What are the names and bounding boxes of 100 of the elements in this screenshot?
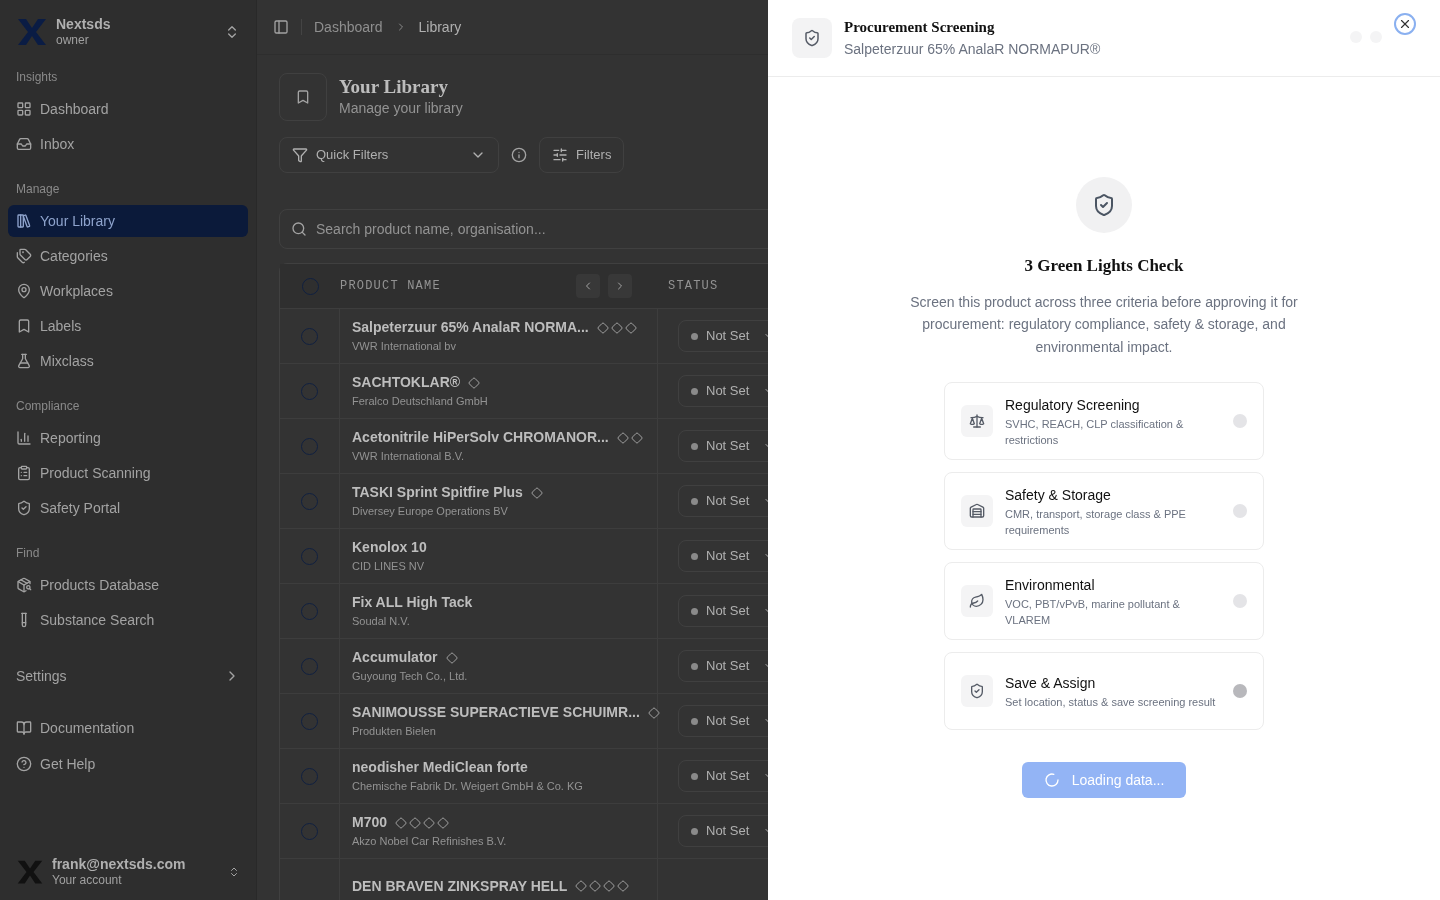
sidebar-item[interactable]: Labels [8,310,248,342]
hazard-pictogram-icon [603,880,616,892]
account-menu-icon[interactable] [228,865,240,878]
drawer-subtitle: Salpeterzuur 65% AnalaR NORMAPUR® [844,39,1102,59]
flask-icon [16,353,32,369]
clipboard-icon [16,465,32,481]
search-field[interactable]: Search product name, organisation... [279,209,768,249]
sidebar-item[interactable]: Products Database [8,569,248,601]
hazard-pictogram-icon [530,486,543,499]
hazard-pictogram-icon [409,816,422,829]
shield-check-icon [16,500,32,516]
hazard-pictogram-icon [630,431,643,444]
hazard-pictogram-icon [624,321,637,334]
book-icon [16,720,32,736]
step-title: Safety & Storage [1005,485,1112,505]
section-label: Insights [15,69,59,86]
organisation-name: Diversey Europe Operations BV [352,504,509,520]
section-label: Find [15,545,41,562]
sidebar-item[interactable]: Mixclass [8,345,248,377]
funnel-icon [292,147,308,163]
sidebar-item[interactable]: Get Help [8,748,248,780]
scroll-left-button[interactable] [576,274,600,298]
shield-check-icon [1092,193,1116,217]
search-icon [291,221,307,237]
sidebar-item[interactable]: Documentation [8,712,248,744]
tags-icon [16,248,32,264]
sidebar-item[interactable]: Dashboard [8,93,248,125]
hazard-pictogram-icon [617,880,630,892]
hazard-pictogram-icon [589,880,602,892]
check-heading: 3 Green Lights Check [1024,255,1184,277]
sidebar-item[interactable]: Inbox [8,128,248,160]
screening-step-card[interactable]: Safety & Storage CMR, transport, storage class & PPE requirements [944,472,1264,550]
filters-button[interactable]: Filters [539,137,625,173]
account-caption: Your account [52,873,123,888]
info-icon[interactable] [511,147,527,163]
step-detail: CMR, transport, storage class & PPE requirements [1005,506,1187,538]
sidebar-item[interactable]: Categories [8,240,248,272]
sidebar-item[interactable]: Safety Portal [8,492,248,524]
hazard-pictogram-icon [468,376,481,389]
shield-check-icon [969,683,985,699]
sidebar-toggle-icon[interactable] [273,19,289,35]
shield-check-icon [803,29,821,47]
breadcrumb-link[interactable]: Library [418,16,462,38]
books-icon [16,213,32,229]
screening-step-card[interactable]: Regulatory Screening SVHC, REACH, CLP classification & restrictions [944,382,1264,460]
breadcrumb-link[interactable]: Dashboard [314,16,383,38]
scale-icon [969,413,985,429]
organisation-name: VWR International bv [352,339,457,355]
sidebar-item[interactable]: Substance Search [8,604,248,636]
organisation-name: Feralco Deutschland GmbH [352,394,489,410]
bookmark-icon [295,89,311,105]
step-detail: SVHC, REACH, CLP classification & restrictions [1005,416,1185,448]
help-icon [16,756,32,772]
product-name: M700 [352,813,388,833]
step-detail: VOC, PBT/vPvB, marine pollutant & VLAREM [1005,596,1181,628]
close-button[interactable] [1394,13,1416,35]
product-name: Salpeterzuur 65% AnalaR NORMA... [352,318,589,338]
section-label: Manage [15,181,61,198]
hazard-pictogram-icon [647,706,660,719]
sidebar-item[interactable]: Product Scanning [8,457,248,489]
product-name: SACHTOKLAR® [352,373,461,393]
product-name: TASKI Sprint Spitfire Plus [352,483,523,503]
inbox-icon [16,136,32,152]
step-detail: Set location, status & save screening result [1005,694,1217,710]
product-name: Acetonitrile HiPerSolv CHROMANOR... [352,428,609,448]
sidebar-item[interactable]: Workplaces [8,275,248,307]
screening-step-card[interactable]: Environmental VOC, PBT/vPvB, marine pollutant & VLAREM [944,562,1264,640]
organisation-name: CID LINES NV [352,559,426,575]
column-header: PRODUCT NAME [340,278,442,295]
sidebar-item[interactable]: Your Library [8,205,248,237]
hazard-pictogram-icon [575,880,588,892]
column-header: STATUS [667,278,719,295]
bookmark-icon [16,318,32,334]
workspace-name: Nextsds [56,15,112,34]
bar-chart-icon [16,430,32,446]
sliders-icon [552,147,568,163]
check-description: Screen this product across three criteria before approving it for procurement: regulatory compliance, safety & storage, and environmental impact. [909,292,1299,357]
hazard-pictogram-icon [610,321,623,334]
step-title: Environmental [1005,575,1096,595]
logo-icon [16,16,48,48]
scroll-right-button[interactable] [608,274,632,298]
hazard-pictogram-icon [395,816,408,829]
organisation-name: Soudal N.V. [352,614,411,630]
hazard-pictogram-icon [437,816,450,829]
map-pin-icon [16,283,32,299]
screening-step-card[interactable]: Save & Assign Set location, status & save screening result [944,652,1264,730]
account-email: frank@nextsds.com [52,855,187,873]
settings-item[interactable]: Settings [8,660,248,692]
leaf-icon [969,593,985,609]
quick-filters-dropdown[interactable]: Quick Filters [279,137,499,173]
organisation-name: Guyoung Tech Co., Ltd. [352,669,469,685]
warehouse-icon [969,503,985,519]
sidebar-item[interactable]: Reporting [8,422,248,454]
hazard-pictogram-icon [445,651,458,664]
product-name: Kenolox 10 [352,538,427,558]
product-name: Fix ALL High Tack [352,593,473,613]
drawer-title: Procurement Screening [844,18,996,38]
hazard-pictogram-icon [423,816,436,829]
hazard-pictogram-icon [596,321,609,334]
step-title: Regulatory Screening [1005,395,1141,415]
